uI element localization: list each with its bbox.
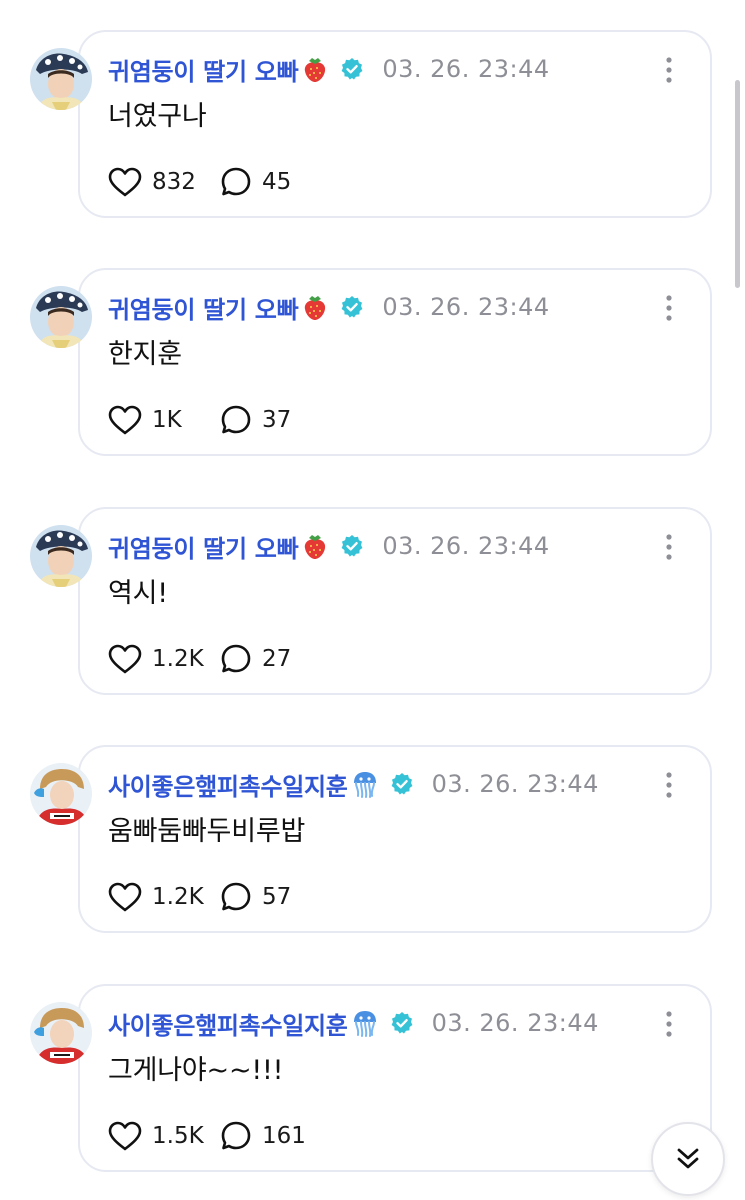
author-name[interactable]: 귀염둥이 딸기 오빠 — [108, 290, 299, 325]
like-count: 1.5K — [152, 1123, 204, 1149]
timestamp: 03. 26. 23:44 — [382, 55, 550, 83]
comment-count: 57 — [262, 884, 292, 910]
comment-count: 37 — [262, 407, 292, 433]
strawberry-icon — [300, 531, 330, 561]
scroll-to-bottom-button[interactable] — [651, 1122, 725, 1196]
more-options-icon[interactable] — [664, 771, 674, 799]
like-button[interactable]: 1.2K — [108, 644, 220, 674]
speech-bubble-icon — [221, 882, 251, 911]
more-options-icon[interactable] — [664, 294, 674, 322]
speech-bubble-icon — [221, 167, 251, 196]
like-count: 1.2K — [152, 884, 204, 910]
author-name[interactable]: 귀염둥이 딸기 오빠 — [108, 529, 299, 564]
like-button[interactable]: 832 — [108, 167, 220, 197]
reply-button[interactable]: 27 — [220, 643, 320, 675]
strawberry-icon — [300, 54, 330, 84]
comment-post: 귀염둥이 딸기 오빠 03. 26. 23 — [0, 30, 745, 230]
comment-text: 역시! — [108, 578, 168, 609]
comment-card: 사이좋은햎피촉수일지훈 03. 26. 23:44 — [78, 984, 712, 1172]
comment-actions: 1.2K 57 — [108, 879, 320, 915]
verified-badge-icon — [340, 534, 364, 558]
comment-text: 한지훈 — [108, 339, 182, 370]
scrollbar-thumb[interactable] — [735, 80, 740, 288]
comment-header: 사이좋은햎피촉수일지훈 03. 26. 23:44 — [108, 767, 599, 801]
like-button[interactable]: 1.2K — [108, 882, 220, 912]
author-name[interactable]: 사이좋은햎피촉수일지훈 — [108, 767, 348, 802]
more-options-icon[interactable] — [664, 56, 674, 84]
more-options-icon[interactable] — [664, 1010, 674, 1038]
comment-post: 귀염둥이 딸기 오빠 03. 26. 23 — [0, 507, 745, 707]
comment-text: 너였구나 — [108, 101, 207, 132]
verified-badge-icon — [390, 1011, 414, 1035]
avatar[interactable] — [30, 1002, 92, 1064]
comment-post: 사이좋은햎피촉수일지훈 03. 26. 23:44 — [0, 984, 745, 1184]
like-button[interactable]: 1K — [108, 405, 220, 435]
timestamp: 03. 26. 23:44 — [382, 293, 550, 321]
comment-count: 27 — [262, 646, 292, 672]
comment-actions: 1K 37 — [108, 402, 320, 438]
comment-header: 귀염둥이 딸기 오빠 03. 26. 23:44 — [108, 529, 550, 563]
timestamp: 03. 26. 23:44 — [382, 532, 550, 560]
jellyfish-icon — [350, 1008, 380, 1038]
heart-outline-icon — [108, 1121, 142, 1151]
like-count: 1.2K — [152, 646, 204, 672]
more-options-icon[interactable] — [664, 533, 674, 561]
timestamp: 03. 26. 23:44 — [431, 770, 599, 798]
reply-button[interactable]: 45 — [220, 166, 320, 198]
comment-card: 귀염둥이 딸기 오빠 03. 26. 23 — [78, 30, 712, 218]
comment-feed: 귀염둥이 딸기 오빠 03. 26. 23:44 너였구나 832 45 귀염둥… — [0, 0, 745, 1200]
heart-outline-icon — [108, 644, 142, 674]
verified-badge-icon — [340, 295, 364, 319]
speech-bubble-icon — [221, 1121, 251, 1150]
like-count: 832 — [152, 169, 196, 195]
timestamp: 03. 26. 23:44 — [431, 1009, 599, 1037]
avatar[interactable] — [30, 763, 92, 825]
comment-post: 사이좋은햎피촉수일지훈 03. 26. 23:44 — [0, 745, 745, 945]
heart-outline-icon — [108, 167, 142, 197]
author-name[interactable]: 귀염둥이 딸기 오빠 — [108, 52, 299, 87]
verified-badge-icon — [390, 772, 414, 796]
comment-post: 귀염둥이 딸기 오빠 03. 26. 23 — [0, 268, 745, 468]
comment-actions: 1.2K 27 — [108, 641, 320, 677]
reply-button[interactable]: 161 — [220, 1120, 320, 1152]
double-chevron-down-icon — [677, 1148, 699, 1169]
like-button[interactable]: 1.5K — [108, 1121, 220, 1151]
comment-card: 귀염둥이 딸기 오빠 03. 26. 23 — [78, 268, 712, 456]
heart-outline-icon — [108, 405, 142, 435]
comment-text: 움빠둠빠두비루밥 — [108, 816, 306, 847]
comment-header: 귀염둥이 딸기 오빠 03. 26. 23:44 — [108, 290, 550, 324]
avatar[interactable] — [30, 525, 92, 587]
reply-button[interactable]: 37 — [220, 404, 320, 436]
comment-header: 귀염둥이 딸기 오빠 03. 26. 23:44 — [108, 52, 550, 86]
speech-bubble-icon — [221, 405, 251, 434]
avatar[interactable] — [30, 286, 92, 348]
strawberry-icon — [300, 292, 330, 322]
comment-count: 161 — [262, 1123, 306, 1149]
reply-button[interactable]: 57 — [220, 881, 320, 913]
comment-actions: 1.5K 161 — [108, 1118, 320, 1154]
verified-badge-icon — [340, 57, 364, 81]
comment-header: 사이좋은햎피촉수일지훈 03. 26. 23:44 — [108, 1006, 599, 1040]
comment-text: 그게나야~~!!! — [108, 1055, 284, 1086]
jellyfish-icon — [350, 769, 380, 799]
avatar[interactable] — [30, 48, 92, 110]
heart-outline-icon — [108, 882, 142, 912]
speech-bubble-icon — [221, 644, 251, 673]
comment-count: 45 — [262, 169, 292, 195]
author-name[interactable]: 사이좋은햎피촉수일지훈 — [108, 1006, 348, 1041]
comment-actions: 832 45 — [108, 164, 320, 200]
like-count: 1K — [152, 407, 182, 433]
comment-card: 사이좋은햎피촉수일지훈 03. 26. 23:44 — [78, 745, 712, 933]
comment-card: 귀염둥이 딸기 오빠 03. 26. 23 — [78, 507, 712, 695]
